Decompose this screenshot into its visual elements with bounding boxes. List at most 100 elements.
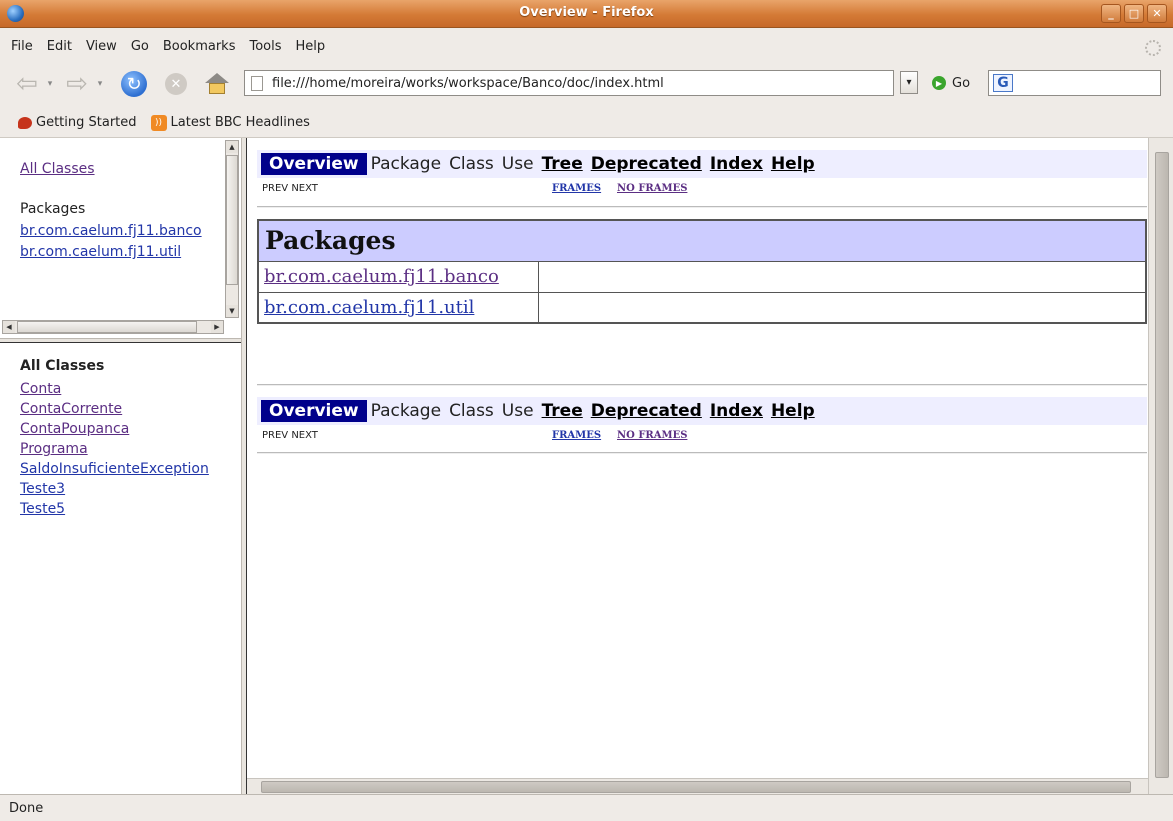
scroll-right-icon[interactable]: ▶ bbox=[211, 321, 223, 333]
table-row: br.com.caelum.fj11.banco bbox=[257, 260, 1147, 293]
class-link-teste3[interactable]: Teste3 bbox=[20, 481, 65, 497]
divider bbox=[257, 384, 1147, 386]
package-description bbox=[537, 291, 1147, 324]
scroll-up-icon[interactable]: ▲ bbox=[226, 141, 238, 153]
url-history-dropdown[interactable]: ▾ bbox=[900, 71, 918, 94]
no-frames-link[interactable]: NO FRAMES bbox=[617, 183, 687, 194]
nav-tree-link[interactable]: Tree bbox=[538, 153, 587, 175]
no-frames-link[interactable]: NO FRAMES bbox=[617, 430, 687, 441]
stop-icon: ✕ bbox=[165, 73, 187, 95]
chevron-down-icon: ▾ bbox=[97, 79, 103, 89]
go-button[interactable]: ▶ Go bbox=[932, 72, 970, 94]
menu-bookmarks[interactable]: Bookmarks bbox=[156, 39, 243, 54]
packages-frame-vscrollbar[interactable]: ▲ ▼ bbox=[225, 140, 239, 318]
prev-next-label: PREV NEXT bbox=[262, 183, 318, 194]
nav-index-link[interactable]: Index bbox=[706, 400, 767, 422]
go-arrow-icon: ▶ bbox=[932, 76, 946, 90]
status-text: Done bbox=[9, 800, 44, 816]
bookmark-bbc-headlines[interactable]: )) Latest BBC Headlines bbox=[150, 114, 310, 131]
package-link-banco[interactable]: br.com.caelum.fj11.banco bbox=[20, 223, 202, 239]
class-link-teste5[interactable]: Teste5 bbox=[20, 501, 65, 517]
bookmark-label: Getting Started bbox=[36, 115, 137, 130]
menu-edit[interactable]: Edit bbox=[40, 39, 79, 54]
class-link-contacorrente[interactable]: ContaCorrente bbox=[20, 401, 122, 417]
url-bar[interactable] bbox=[244, 70, 894, 96]
stop-button[interactable]: ✕ bbox=[163, 71, 189, 97]
google-search-icon[interactable]: G bbox=[993, 74, 1013, 92]
package-link-util[interactable]: br.com.caelum.fj11.util bbox=[264, 297, 474, 318]
all-classes-link[interactable]: All Classes bbox=[20, 161, 95, 177]
bottom-subnav: PREV NEXT FRAMES NO FRAMES bbox=[262, 430, 1147, 446]
top-subnav: PREV NEXT FRAMES NO FRAMES bbox=[262, 183, 1147, 199]
bookmarks-toolbar: Getting Started )) Latest BBC Headlines bbox=[0, 108, 1173, 138]
scroll-thumb[interactable] bbox=[1155, 152, 1169, 778]
frames-link[interactable]: FRAMES bbox=[552, 183, 601, 194]
nav-deprecated-link[interactable]: Deprecated bbox=[587, 153, 706, 175]
bookmark-getting-started[interactable]: Getting Started bbox=[18, 115, 137, 130]
minimize-button[interactable]: _ bbox=[1101, 4, 1121, 23]
packages-frame-hscrollbar[interactable]: ◀ ▶ bbox=[2, 320, 224, 334]
forward-history-button[interactable]: ▾ bbox=[94, 71, 106, 97]
classes-frame: All Classes Conta ContaCorrente ContaPou… bbox=[0, 343, 241, 794]
packages-table-heading: Packages bbox=[257, 219, 1147, 262]
frames-link[interactable]: FRAMES bbox=[552, 430, 601, 441]
nav-deprecated-link[interactable]: Deprecated bbox=[587, 400, 706, 422]
back-button[interactable]: ⇦ bbox=[14, 71, 40, 97]
main-hscrollbar[interactable] bbox=[247, 778, 1148, 794]
menubar: File Edit View Go Bookmarks Tools Help bbox=[0, 28, 1173, 64]
menu-help[interactable]: Help bbox=[289, 39, 333, 54]
menu-tools[interactable]: Tools bbox=[242, 39, 288, 54]
firefox-icon bbox=[18, 116, 32, 129]
menu-go[interactable]: Go bbox=[124, 39, 156, 54]
chevron-down-icon: ▾ bbox=[906, 77, 912, 88]
main-vscrollbar[interactable] bbox=[1148, 138, 1173, 794]
package-link-banco[interactable]: br.com.caelum.fj11.banco bbox=[264, 266, 499, 287]
scroll-thumb[interactable] bbox=[17, 321, 197, 333]
rss-icon: )) bbox=[150, 114, 167, 131]
url-input[interactable] bbox=[272, 75, 872, 91]
reload-button[interactable]: ↻ bbox=[120, 71, 148, 97]
list-item: Programa bbox=[20, 439, 209, 459]
home-button[interactable] bbox=[203, 71, 231, 97]
package-description bbox=[537, 260, 1147, 293]
content-area: All Classes Packages br.com.caelum.fj11.… bbox=[0, 138, 1173, 794]
package-link-util[interactable]: br.com.caelum.fj11.util bbox=[20, 244, 181, 260]
packages-frame: All Classes Packages br.com.caelum.fj11.… bbox=[0, 138, 241, 338]
list-item: Teste3 bbox=[20, 479, 209, 499]
menu-file[interactable]: File bbox=[4, 39, 40, 54]
forward-button[interactable]: ⇨ bbox=[64, 71, 90, 97]
scroll-thumb[interactable] bbox=[261, 781, 1131, 793]
nav-class: Class bbox=[449, 401, 494, 421]
class-link-saldoinsuficienteexception[interactable]: SaldoInsuficienteException bbox=[20, 461, 209, 477]
nav-index-link[interactable]: Index bbox=[706, 153, 767, 175]
window-title: Overview - Firefox bbox=[519, 5, 654, 20]
page-icon bbox=[251, 75, 263, 91]
class-link-conta[interactable]: Conta bbox=[20, 381, 61, 397]
back-history-button[interactable]: ▾ bbox=[44, 71, 56, 97]
search-box[interactable]: G bbox=[988, 70, 1161, 96]
class-link-programa[interactable]: Programa bbox=[20, 441, 88, 457]
top-navbar: Overview Package Class Use Tree Deprecat… bbox=[257, 150, 1147, 178]
scroll-thumb[interactable] bbox=[226, 155, 238, 285]
scroll-down-icon[interactable]: ▼ bbox=[226, 305, 238, 317]
scroll-left-icon[interactable]: ◀ bbox=[3, 321, 15, 333]
menu-view[interactable]: View bbox=[79, 39, 124, 54]
nav-overview: Overview bbox=[261, 400, 367, 422]
close-button[interactable]: ✕ bbox=[1147, 4, 1167, 23]
list-item: SaldoInsuficienteException bbox=[20, 459, 209, 479]
nav-help-link[interactable]: Help bbox=[767, 153, 819, 175]
nav-use: Use bbox=[501, 401, 534, 421]
status-bar: Done bbox=[0, 794, 1173, 821]
nav-use: Use bbox=[501, 154, 534, 174]
list-item: ContaCorrente bbox=[20, 399, 209, 419]
class-link-contapoupanca[interactable]: ContaPoupanca bbox=[20, 421, 129, 437]
packages-table: Packages br.com.caelum.fj11.banco br.com… bbox=[257, 219, 1147, 324]
prev-next-label: PREV NEXT bbox=[262, 430, 318, 441]
nav-class: Class bbox=[449, 154, 494, 174]
nav-help-link[interactable]: Help bbox=[767, 400, 819, 422]
window-titlebar[interactable]: Overview - Firefox _ □ ✕ bbox=[0, 0, 1173, 28]
nav-tree-link[interactable]: Tree bbox=[538, 400, 587, 422]
divider bbox=[257, 452, 1147, 454]
maximize-button[interactable]: □ bbox=[1124, 4, 1144, 23]
reload-icon: ↻ bbox=[121, 71, 147, 97]
